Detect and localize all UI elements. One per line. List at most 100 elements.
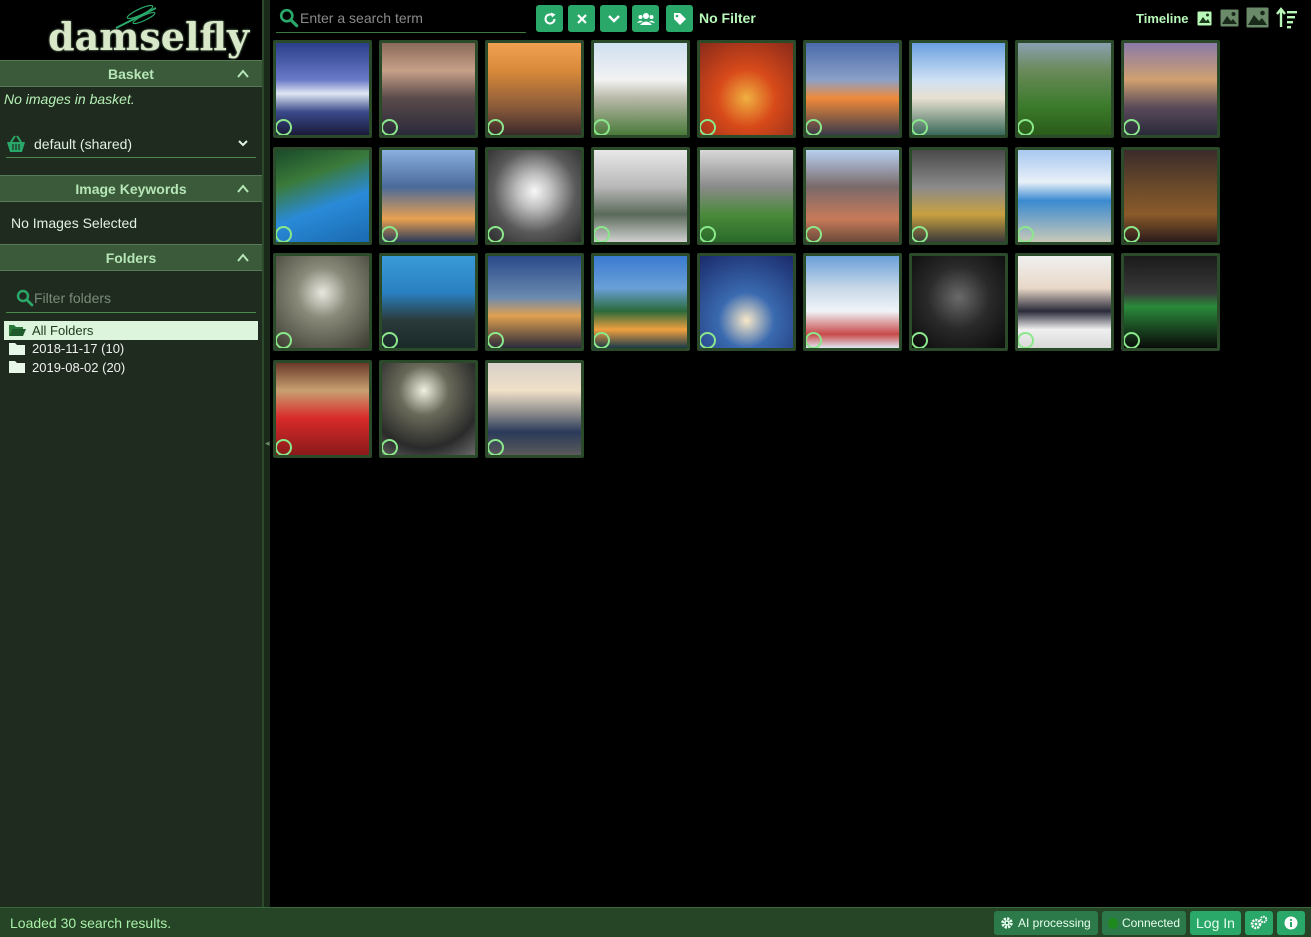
thumbnail-white-peonies[interactable]	[273, 253, 372, 351]
expand-filters-button[interactable]	[600, 5, 627, 32]
select-circle-icon[interactable]	[700, 226, 716, 242]
clear-search-button[interactable]	[568, 5, 595, 32]
select-circle-icon[interactable]	[1124, 119, 1140, 135]
thumbnail-home-theater[interactable]	[273, 360, 372, 458]
select-circle-icon[interactable]	[700, 119, 716, 135]
thumbnail-soccer-player[interactable]	[697, 147, 796, 245]
select-circle-icon[interactable]	[488, 119, 504, 135]
folder-item-label: 2019-08-02 (20)	[32, 359, 126, 375]
timeline-toggle[interactable]: Timeline	[1136, 11, 1189, 26]
thumbnail-green-valley[interactable]	[1015, 40, 1114, 138]
select-circle-icon[interactable]	[700, 332, 716, 348]
select-circle-icon[interactable]	[594, 332, 610, 348]
thumbnail-lotus-building-fireworks[interactable]	[697, 253, 796, 351]
folder-item-all[interactable]: All Folders	[4, 321, 258, 340]
thumbnail-concrete-tunnel[interactable]	[485, 147, 584, 245]
thumbnail-bridge-lights[interactable]	[485, 253, 584, 351]
thumbnail-city-skyline-dusk[interactable]	[1121, 40, 1220, 138]
refresh-icon	[544, 12, 555, 24]
basket-icon	[7, 135, 25, 152]
thumbnail-red-gate-arch[interactable]	[697, 40, 796, 138]
gears-icon	[1250, 915, 1268, 930]
sort-order-icon[interactable]	[1276, 7, 1298, 29]
select-circle-icon[interactable]	[488, 439, 504, 455]
thumbnail-woman-portrait[interactable]	[379, 253, 478, 351]
sidebar-splitter[interactable]: ◂	[263, 0, 270, 907]
thumbnail-aerial-coast[interactable]	[273, 147, 372, 245]
chevron-up-icon[interactable]	[236, 67, 250, 81]
thumbnail-prague-church[interactable]	[803, 147, 902, 245]
small-thumbnail-icon[interactable]	[1197, 11, 1212, 26]
select-circle-icon[interactable]	[912, 332, 928, 348]
select-circle-icon[interactable]	[382, 332, 398, 348]
thumbnail-car-sunset[interactable]	[485, 360, 584, 458]
select-circle-icon[interactable]	[806, 332, 822, 348]
folder-item-label: 2018-11-17 (10)	[32, 341, 125, 357]
thumbnail-golden-peaks[interactable]	[485, 40, 584, 138]
folders-header[interactable]: Folders	[0, 244, 262, 271]
select-circle-icon[interactable]	[1018, 119, 1034, 135]
folder-filter-input[interactable]	[34, 290, 234, 306]
chevron-up-icon[interactable]	[236, 251, 250, 265]
tag-filter-button[interactable]	[666, 5, 693, 32]
login-button[interactable]: Log In	[1190, 911, 1241, 935]
select-circle-icon[interactable]	[276, 226, 292, 242]
thumbnail-mountain-night-lake[interactable]	[273, 40, 372, 138]
search-input[interactable]	[300, 10, 520, 26]
select-circle-icon[interactable]	[382, 439, 398, 455]
thumbnail-castle-neuschwanstein[interactable]	[591, 40, 690, 138]
refresh-button[interactable]	[536, 5, 563, 32]
thumbnail-striped-shirt-woman[interactable]	[1015, 253, 1114, 351]
app-logo: damselfly	[0, 0, 262, 60]
medium-thumbnail-icon[interactable]	[1220, 9, 1239, 27]
basket-header[interactable]: Basket	[0, 60, 262, 87]
thumbnail-lighthouse-rocks[interactable]	[379, 40, 478, 138]
ai-processing-button[interactable]: AI processing	[994, 911, 1098, 935]
thumbnail-basketball-player[interactable]	[909, 253, 1008, 351]
folder-icon	[9, 361, 25, 374]
select-circle-icon[interactable]	[912, 119, 928, 135]
people-filter-button[interactable]	[632, 5, 659, 32]
select-circle-icon[interactable]	[1124, 226, 1140, 242]
login-label: Log In	[1196, 915, 1235, 931]
chevron-up-icon[interactable]	[236, 182, 250, 196]
thumbnail-taj-mahal[interactable]	[909, 40, 1008, 138]
select-circle-icon[interactable]	[594, 119, 610, 135]
thumbnail-highway-interchange[interactable]	[803, 40, 902, 138]
select-circle-icon[interactable]	[806, 119, 822, 135]
thumbnail-twin-towers[interactable]	[379, 147, 478, 245]
settings-button[interactable]	[1245, 911, 1273, 935]
thumbnail-arched-bridge-night[interactable]	[591, 253, 690, 351]
thumbnail-leather-jacket[interactable]	[1121, 253, 1220, 351]
folder-item-2019-08-02[interactable]: 2019-08-02 (20)	[4, 358, 258, 377]
thumbnail-leopard-suit[interactable]	[1121, 147, 1220, 245]
select-circle-icon[interactable]	[1124, 332, 1140, 348]
select-circle-icon[interactable]	[912, 226, 928, 242]
select-circle-icon[interactable]	[1018, 332, 1034, 348]
select-circle-icon[interactable]	[1018, 226, 1034, 242]
select-circle-icon[interactable]	[806, 226, 822, 242]
large-thumbnail-icon[interactable]	[1246, 7, 1269, 28]
thumbnail-snowy-village[interactable]	[803, 253, 902, 351]
select-circle-icon[interactable]	[276, 119, 292, 135]
select-circle-icon[interactable]	[276, 332, 292, 348]
chevron-down-icon	[607, 14, 620, 23]
folder-item-2018-11-17[interactable]: 2018-11-17 (10)	[4, 340, 258, 359]
thumbnail-office-lounge[interactable]	[909, 147, 1008, 245]
collapse-handle-icon[interactable]: ◂	[265, 438, 270, 449]
basket-select[interactable]: default (shared)	[6, 131, 256, 158]
select-circle-icon[interactable]	[488, 332, 504, 348]
search-icon	[279, 8, 299, 28]
status-bar: Loaded 30 search results. AI processing …	[0, 907, 1311, 937]
keywords-header[interactable]: Image Keywords	[0, 175, 262, 202]
select-circle-icon[interactable]	[594, 226, 610, 242]
info-button[interactable]	[1277, 911, 1305, 935]
select-circle-icon[interactable]	[276, 439, 292, 455]
select-circle-icon[interactable]	[488, 226, 504, 242]
thumbnail-daffodils-vase[interactable]	[379, 360, 478, 458]
thumbnail-blue-van[interactable]	[1015, 147, 1114, 245]
select-circle-icon[interactable]	[382, 226, 398, 242]
connection-status[interactable]: Connected	[1102, 911, 1186, 935]
select-circle-icon[interactable]	[382, 119, 398, 135]
thumbnail-plant-chair[interactable]	[591, 147, 690, 245]
